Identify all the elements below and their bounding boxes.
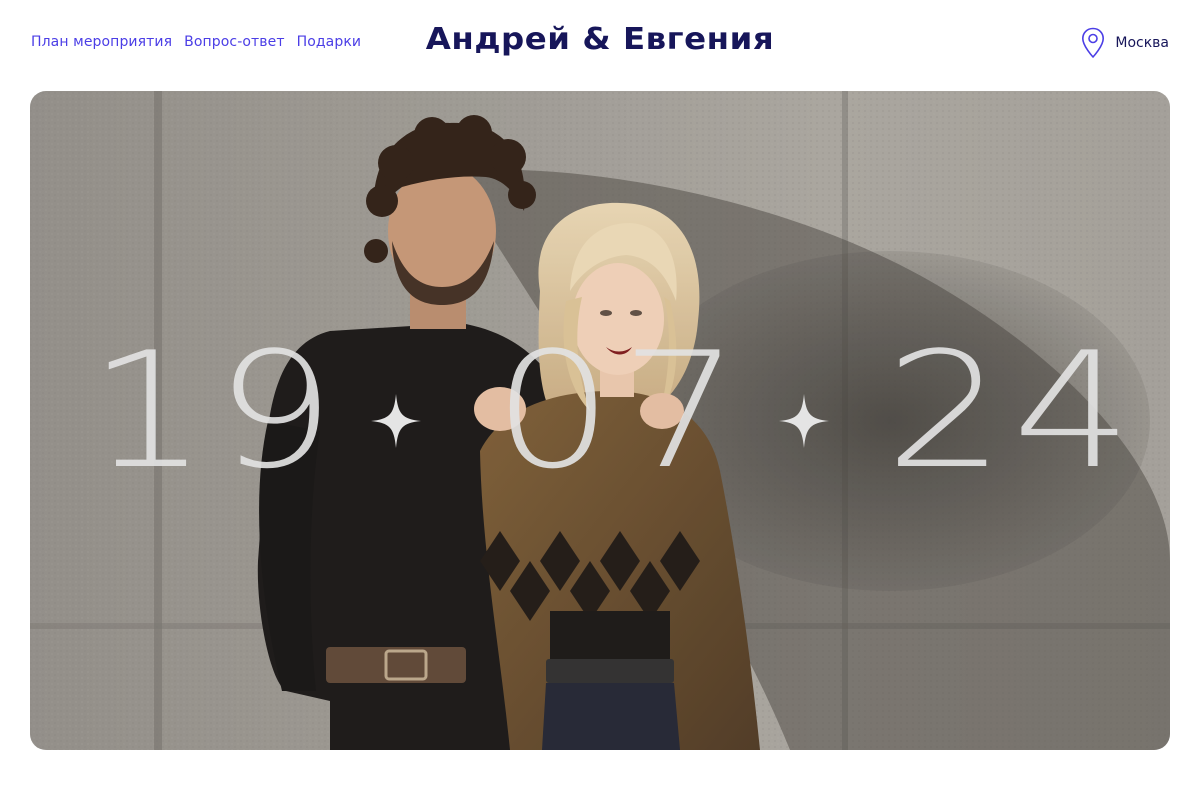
date-month: 07 — [493, 317, 748, 504]
hero-photo-banner: 19 07 24 — [30, 91, 1170, 750]
map-pin-icon — [1081, 27, 1105, 59]
location-city: Москва — [1115, 35, 1169, 51]
wedding-date: 19 07 24 — [30, 91, 1170, 750]
sparkle-icon — [371, 394, 421, 452]
date-year: 24 — [885, 317, 1140, 504]
wedding-landing-page: План мероприятия Вопрос-ответ Подарки Ан… — [0, 0, 1200, 799]
location-link[interactable]: Москва — [1081, 27, 1169, 59]
site-header: План мероприятия Вопрос-ответ Подарки Ан… — [0, 0, 1200, 90]
sparkle-icon — [779, 394, 829, 452]
date-day: 19 — [88, 317, 343, 504]
couple-names-title[interactable]: Андрей & Евгения — [0, 22, 1200, 57]
